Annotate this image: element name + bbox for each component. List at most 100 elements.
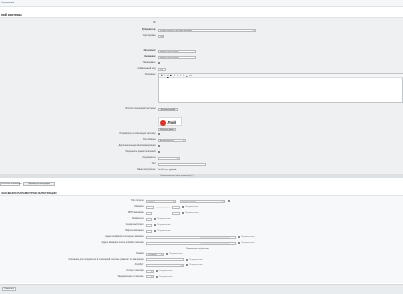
table-button[interactable]: ⊞: [186, 75, 188, 78]
breadcrumb[interactable]: Справочники: [1, 2, 14, 4]
row-inn-label: ИНН магазина:: [127, 212, 144, 214]
name-label: Название:: [144, 56, 156, 58]
status-select[interactable]: [146, 269, 154, 273]
code-label: Символьный код:: [137, 68, 156, 70]
process-select[interactable]: Автоматически: [158, 138, 186, 142]
row-password-note: По умолчанию: [157, 230, 171, 232]
notify-select[interactable]: [146, 275, 154, 279]
choose-file-label: Выбрать файл: [160, 128, 174, 131]
buyer-desc-input[interactable]: [146, 258, 184, 262]
row-secret-input[interactable]: [146, 223, 152, 227]
param-select[interactable]: [146, 263, 184, 267]
code-input[interactable]: YM: [158, 67, 166, 71]
choose-file-button[interactable]: Выбрать файл: [158, 127, 176, 132]
footer-bar: [0, 284, 403, 294]
save-button-label: Сохранить: [4, 288, 14, 290]
param-label: Атрибут:: [134, 264, 144, 266]
row-fail-url-blur: [200, 242, 230, 245]
row-password-label: Пароль магазина:: [124, 230, 144, 232]
editor-toolbar: B I U S ≡ ≡ ≡ ≡ ⊞ </>: [159, 74, 403, 78]
desc-label: Описание:: [144, 74, 156, 76]
row-payment-type-checkbox[interactable]: [228, 200, 231, 203]
allow-label: Разрешить приём платежей:: [125, 151, 156, 153]
row-shop-blur: [156, 206, 170, 209]
currency-select[interactable]: [158, 156, 180, 160]
title-label: Заголовок:: [143, 50, 156, 52]
show-checkbox[interactable]: [158, 62, 161, 65]
row-details-label: Реквизиты:: [132, 218, 144, 220]
process-label: Тип обмена:: [142, 139, 156, 141]
buyer-desc-label: Описание для покупателя в платежной сист…: [68, 258, 144, 261]
italic-button[interactable]: I: [164, 75, 165, 77]
processing-subheader: Параметры обработки: [186, 248, 209, 250]
top-header: [0, 0, 403, 7]
tab-main[interactable]: Основные параметры: [0, 182, 21, 186]
active-label: Отправлять в платежную систему:: [119, 133, 156, 135]
list-button[interactable]: ≡: [183, 75, 184, 77]
row-inn-note: По умолчанию: [185, 212, 199, 214]
name-input[interactable]: Маркет (без ссылок): [158, 55, 196, 59]
row-secret-note: По умолчанию: [157, 224, 171, 226]
autoconvert-label: Дополнительная автоконвертация:: [118, 145, 156, 147]
row-shop-label: Магазин:: [134, 206, 145, 208]
autoconvert-checkbox[interactable]: [158, 145, 161, 148]
banner-label: Логотип платежной системы:: [125, 108, 156, 110]
show-label: Показывать:: [142, 62, 156, 64]
system-label: Рубрикатор:: [141, 29, 156, 31]
row-fail-url-note: По умолчанию: [241, 242, 255, 244]
param-note: По умолчанию: [189, 264, 203, 266]
align-left-button[interactable]: ≡: [174, 75, 175, 77]
save-button[interactable]: Сохранить: [2, 287, 16, 291]
row-secret-label: Секретный ключ:: [125, 224, 144, 226]
align-right-button[interactable]: ≡: [180, 75, 181, 77]
system-select[interactable]: Яндекс.Маркет (Ценовые рубрики): [158, 28, 256, 32]
bold-button[interactable]: B: [161, 75, 163, 77]
row-shop-note: По умолчанию: [185, 206, 199, 208]
strike-button[interactable]: S: [170, 75, 171, 77]
desc-editor[interactable]: B I U S ≡ ≡ ≡ ≡ ⊞ </>: [158, 73, 403, 103]
tab-integration-label: Параметры интеграции: [28, 183, 50, 185]
mode-label: Режим:: [136, 253, 144, 255]
notify-note: По умолчанию: [159, 275, 173, 278]
logo-text: Лой: [167, 119, 176, 125]
allow-checkbox[interactable]: [158, 151, 161, 154]
sort-input[interactable]: 500: [158, 34, 164, 38]
row-shop-input[interactable]: [146, 205, 154, 209]
row-payment-type-label: Тип оплаты:: [131, 200, 144, 202]
title-input[interactable]: Маркет (без ссылок): [158, 49, 196, 53]
logo-preview: Лой: [158, 117, 182, 126]
row-shop-input-2[interactable]: [172, 205, 180, 209]
bank-label: Банк-получатель:: [137, 169, 156, 171]
row-payment-type-extra[interactable]: Модуль задачи: [180, 199, 225, 203]
buyer-desc-note: По умолчанию: [189, 258, 203, 261]
align-center-button[interactable]: ≡: [177, 75, 178, 77]
underline-button[interactable]: U: [167, 75, 169, 77]
row-inn-input-2[interactable]: [172, 211, 180, 215]
logo-circle: [160, 119, 167, 126]
mode-note: По умолчанию: [169, 253, 183, 255]
row-inn-input[interactable]: [146, 211, 152, 215]
row-details-input[interactable]: [146, 217, 152, 221]
mode-select[interactable]: Тестовый: [146, 252, 164, 256]
status-label: Статус платежа:: [126, 270, 144, 272]
active-checkbox[interactable]: [158, 133, 161, 136]
type-input[interactable]: [158, 162, 206, 166]
add-file-label: Добавить файл: [160, 108, 176, 111]
required-note-bar: [0, 174, 403, 178]
notify-label: Уведомление о платеже:: [117, 275, 145, 278]
row-return-url-note: По умолчанию: [241, 236, 255, 238]
row-password-input[interactable]: [146, 229, 152, 233]
row-fail-url-label: Адрес возврата после ошибки платежа:: [101, 242, 145, 244]
row-payment-type-select[interactable]: Маркет: [146, 199, 176, 203]
add-file-button[interactable]: Добавить файл: [158, 107, 178, 112]
tab-integration[interactable]: Параметры интеграции: [23, 182, 55, 186]
sort-label: Сортировка:: [142, 35, 156, 37]
row-return-url-label: Адрес возврата в интернет-магазин:: [105, 236, 144, 238]
row-details-note: По умолчанию: [157, 218, 171, 220]
row-payment-type-note: [228, 200, 231, 203]
id-label: ID:: [153, 22, 156, 24]
source-button[interactable]: </>: [189, 75, 192, 77]
currency-label: Код валюты:: [142, 157, 156, 159]
section2-panel: [0, 195, 403, 283]
status-note: По умолчанию: [159, 270, 173, 272]
